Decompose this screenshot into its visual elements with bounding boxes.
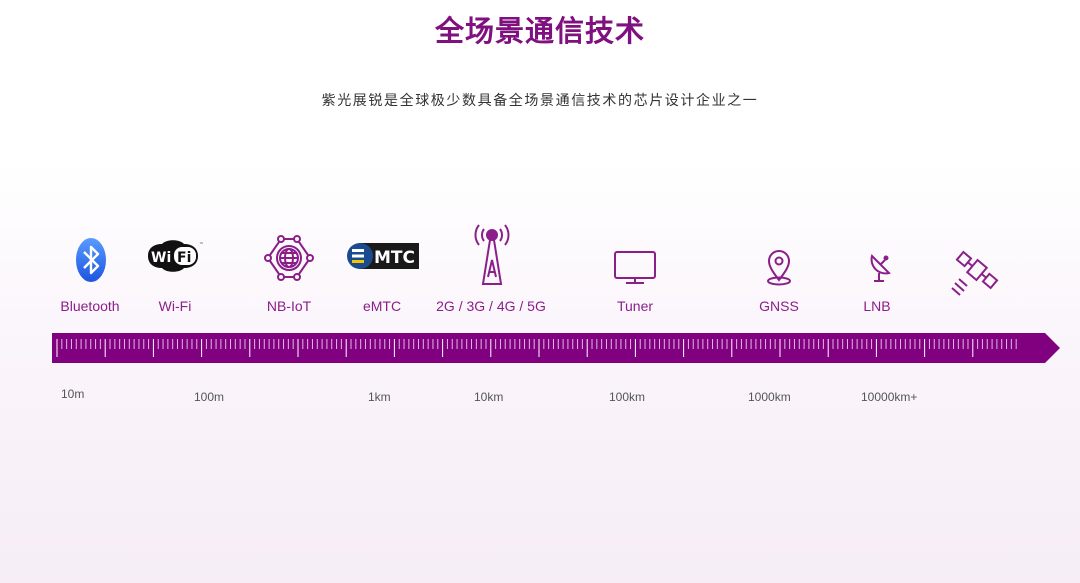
distance-label: 10m	[61, 387, 85, 401]
svg-text:™: ™	[199, 242, 204, 248]
tech-label: LNB	[863, 298, 891, 314]
tech-label: eMTC	[362, 298, 402, 314]
svg-text:Wi: Wi	[151, 250, 171, 266]
distance-label: 1000km	[748, 390, 791, 404]
distance-label: 10000km+	[861, 390, 918, 404]
ruler-arrow-bar	[52, 333, 1060, 363]
monitor-icon	[614, 251, 656, 284]
bluetooth-icon	[76, 238, 106, 282]
tech-label: Bluetooth	[60, 298, 120, 314]
svg-text:Fi: Fi	[177, 250, 191, 266]
tech-label: 2G / 3G / 4G / 5G	[436, 298, 546, 314]
distance-label: 1km	[368, 390, 391, 404]
distance-label: 100m	[194, 390, 225, 404]
distance-label: 100km	[609, 390, 646, 404]
page-subtitle: 紫光展锐是全球极少数具备全场景通信技术的芯片设计企业之一	[321, 93, 759, 109]
svg-text:MTC: MTC	[374, 248, 415, 268]
location-pin-icon	[767, 250, 791, 286]
distance-ruler	[52, 333, 1060, 363]
page-title: 全场景通信技术	[434, 14, 645, 48]
tech-label: NB-IoT	[266, 298, 312, 314]
wifi-logo-icon: Wi Fi ™	[148, 240, 204, 272]
satellite-icon	[951, 250, 999, 296]
tech-label: Wi-Fi	[158, 298, 192, 314]
cell-tower-icon	[474, 224, 510, 285]
tech-label: GNSS	[759, 298, 799, 314]
satellite-dish-icon	[870, 254, 891, 282]
tech-label: Tuner	[616, 298, 654, 314]
emtc-logo-icon: MTC	[347, 243, 419, 269]
distance-label: 10km	[474, 390, 504, 404]
network-globe-icon	[264, 235, 314, 281]
